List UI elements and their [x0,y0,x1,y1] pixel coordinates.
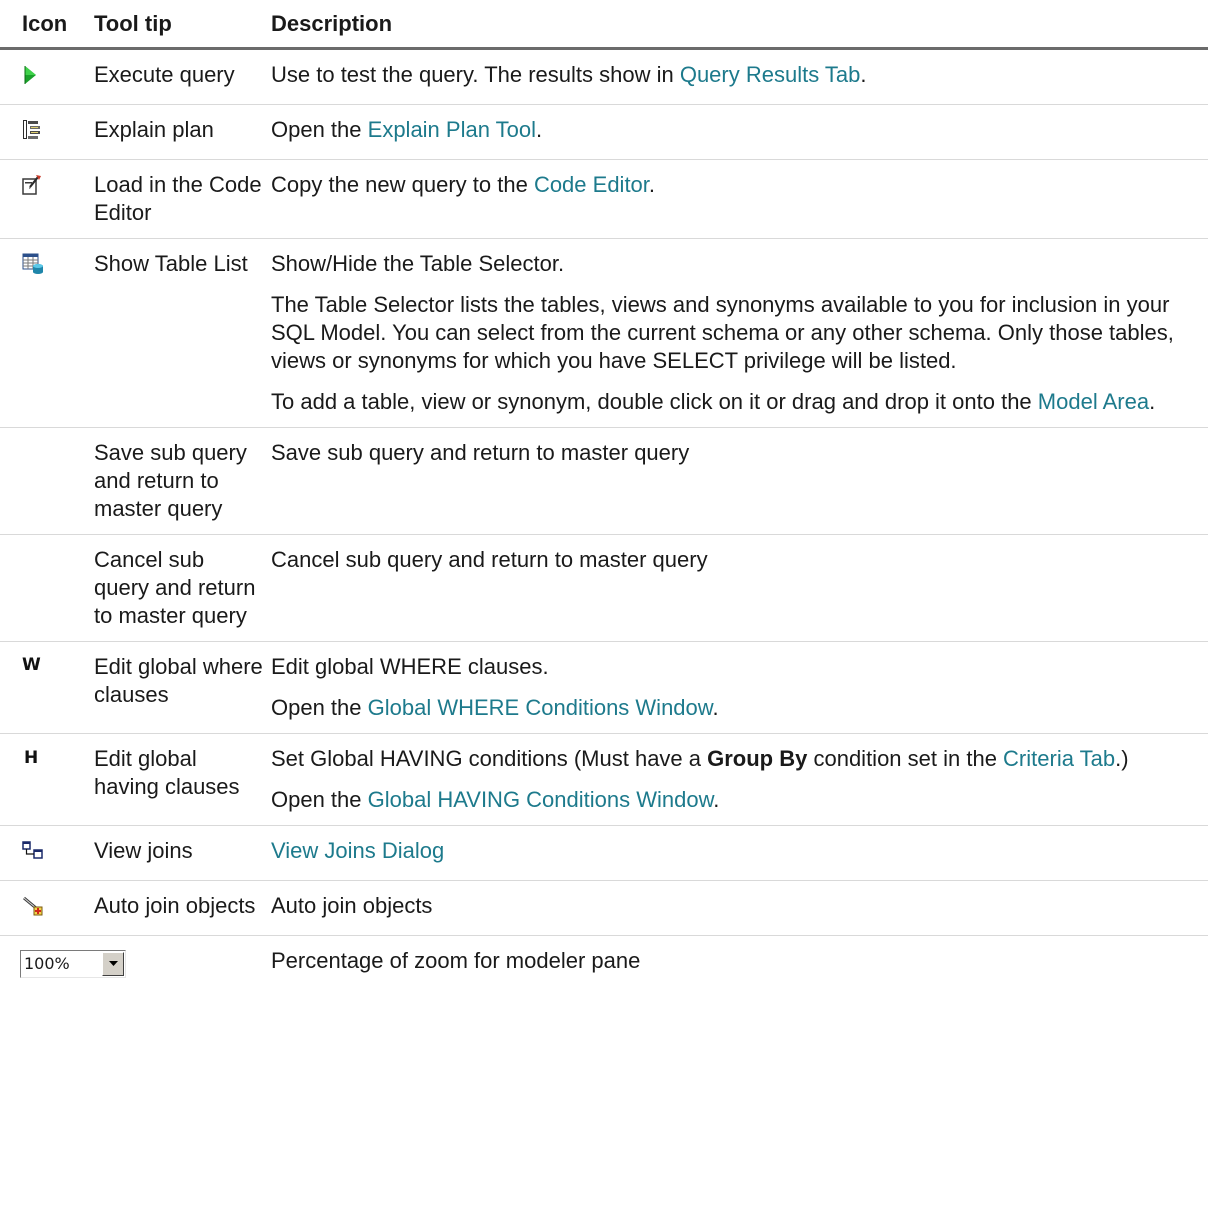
description: Set Global HAVING conditions (Must have … [271,733,1208,826]
tooltip-text: Save sub query and return to master quer… [94,427,271,535]
tooltip-text: Execute query [94,48,271,105]
table-row: Save sub query and return to master quer… [0,427,1208,535]
svg-text:W: W [22,656,41,675]
load-in-code-editor-icon [22,174,42,196]
table-row: Load in the Code Editor Copy the new que… [0,159,1208,239]
description: Open the Explain Plan Tool. [271,104,1208,160]
dropdown-arrow-icon[interactable] [102,952,124,976]
table-row: Auto join objects Auto join objects [0,880,1208,936]
description: Use to test the query. The results show … [271,48,1208,105]
description: Show/Hide the Table Selector. The Table … [271,238,1208,428]
view-joins-icon [22,840,43,862]
tooltip-text: Show Table List [94,238,271,428]
view-joins-dialog-link[interactable]: View Joins Dialog [271,838,444,863]
tooltip-text: Edit global having clauses [94,733,271,826]
tooltip-text: Edit global where clauses [94,641,271,734]
table-header-row: Icon Tool tip Description [0,0,1208,50]
explain-plan-tool-link[interactable]: Explain Plan Tool [368,117,536,142]
description: Save sub query and return to master quer… [271,427,1208,535]
description: Percentage of zoom for modeler pane [271,948,641,973]
model-area-link[interactable]: Model Area [1038,389,1149,414]
explain-plan-icon [22,119,42,141]
table-row: View joins View Joins Dialog [0,825,1208,881]
show-table-list-icon [22,253,43,275]
svg-text:H: H [24,748,38,768]
table-row: Explain plan Open the Explain Plan Tool. [0,104,1208,160]
table-row: 100% Percentage of zoom for modeler pane [0,936,1208,990]
table-row: Execute query Use to test the query. The… [0,48,1208,105]
description: Edit global WHERE clauses. Open the Glob… [271,641,1208,734]
header-tooltip: Tool tip [94,0,271,50]
toolbar-reference-table: Icon Tool tip Description Execute query … [0,0,1208,989]
criteria-tab-link[interactable]: Criteria Tab [1003,746,1115,771]
description: Copy the new query to the Code Editor. [271,159,1208,239]
global-where-conditions-window-link[interactable]: Global WHERE Conditions Window [368,695,713,720]
zoom-combobox[interactable]: 100% [20,950,126,978]
execute-query-icon [22,64,42,86]
header-description: Description [271,0,1208,50]
tooltip-text: Cancel sub query and return to master qu… [94,534,271,642]
table-row: Show Table List Show/Hide the Table Sele… [0,238,1208,428]
table-row: H Edit global having clauses Set Global … [0,733,1208,826]
zoom-value: 100% [24,954,70,973]
global-having-conditions-window-link[interactable]: Global HAVING Conditions Window [368,787,714,812]
description: View Joins Dialog [271,825,1208,881]
description: Cancel sub query and return to master qu… [271,534,1208,642]
tooltip-text: Load in the Code Editor [94,159,271,239]
header-icon: Icon [0,0,94,50]
edit-global-where-icon: W [22,655,42,678]
edit-global-having-icon: H [22,748,42,770]
tooltip-text: View joins [94,825,271,881]
table-row: Cancel sub query and return to master qu… [0,534,1208,642]
code-editor-link[interactable]: Code Editor [534,172,649,197]
description: Auto join objects [271,880,1208,936]
tooltip-text: Explain plan [94,104,271,160]
tooltip-text: Auto join objects [94,880,271,936]
query-results-tab-link[interactable]: Query Results Tab [680,62,861,87]
auto-join-objects-icon [22,895,43,917]
table-row: W Edit global where clauses Edit global … [0,641,1208,734]
